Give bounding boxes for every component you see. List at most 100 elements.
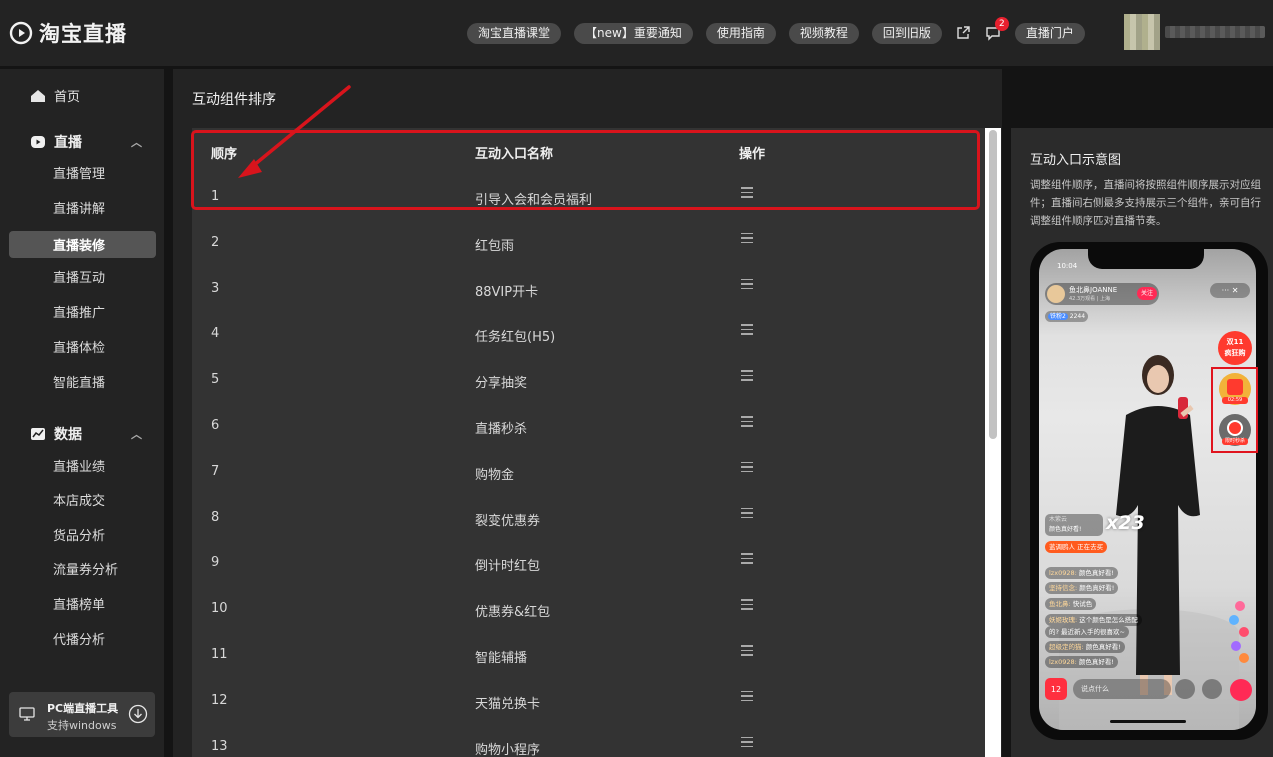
comment-text: 的? 最近新入手的很喜欢~: [1049, 628, 1125, 636]
table-row[interactable]: 5 分享抽奖: [192, 356, 985, 402]
row-name: 购物小程序: [475, 742, 541, 757]
drag-handle-icon[interactable]: [741, 278, 753, 293]
drag-handle-icon[interactable]: [741, 370, 753, 384]
table-row[interactable]: 10 优惠券&红包: [192, 585, 985, 631]
grid-icon: [1175, 679, 1195, 699]
table-row[interactable]: 12 天猫兑换卡: [192, 677, 985, 723]
logo[interactable]: 淘宝直播: [9, 19, 127, 47]
comment-text: 快试色: [1072, 600, 1093, 608]
row-name: 天猫兑换卡: [475, 696, 541, 712]
sidebar-item-live-promote[interactable]: 直播推广: [53, 304, 105, 324]
row-name: 倒计时红包: [475, 559, 541, 575]
sidebar-item-live-decor[interactable]: 直播装修: [9, 231, 156, 258]
external-link-icon[interactable]: [955, 25, 971, 41]
nav-notice[interactable]: 【new】重要通知: [574, 22, 693, 44]
sidebar-item-live-check[interactable]: 直播体检: [53, 339, 105, 359]
live-play-icon: [31, 136, 45, 148]
pc-tool-title: PC端直播工具: [47, 702, 119, 715]
comment-user: lzx0928:: [1049, 658, 1077, 666]
shopping-bag-icon: 12: [1045, 678, 1067, 700]
nav-course[interactable]: 淘宝直播课堂: [467, 22, 562, 44]
drag-handle-icon[interactable]: [741, 461, 753, 476]
gift-card: 木紫云 颜色真好看!: [1045, 514, 1103, 536]
promo-badge: 双11 疯狂购: [1218, 331, 1252, 365]
heart-icon: [1230, 679, 1252, 701]
drag-handle-icon[interactable]: [741, 553, 753, 567]
row-name: 优惠券&红包: [475, 605, 551, 621]
gift-text: 颜色真好看!: [1049, 526, 1082, 533]
sidebar-item-goods-analysis[interactable]: 货品分析: [53, 527, 105, 547]
row-name: 分享抽奖: [475, 376, 528, 392]
row-order: 13: [211, 738, 228, 754]
nav-video[interactable]: 视频教程: [788, 22, 859, 44]
row-name: 购物金: [475, 467, 515, 483]
row-name: 任务红包(H5): [475, 330, 556, 346]
nav-old-version[interactable]: 回到旧版: [871, 22, 942, 44]
sidebar-item-smart-live[interactable]: 智能直播: [53, 374, 105, 394]
follow-button: 关注: [1136, 287, 1157, 300]
message-icon[interactable]: 2: [985, 17, 1009, 41]
drag-handle-icon[interactable]: [741, 736, 753, 751]
row-order: 10: [211, 601, 228, 617]
logo-text: 淘宝直播: [39, 22, 127, 46]
home-icon: [31, 89, 45, 102]
sidebar-item-live-rank[interactable]: 直播榜单: [53, 596, 105, 616]
live-comment: 的? 最近新入手的很喜欢~: [1045, 626, 1129, 638]
avatar[interactable]: [1124, 14, 1160, 50]
comment-text: 这个颜色是怎么搭配: [1079, 616, 1138, 624]
drag-handle-icon[interactable]: [741, 416, 753, 430]
sidebar-group-data[interactable]: 数据 ︿: [30, 424, 142, 444]
row-order: 2: [211, 234, 220, 250]
sidebar-item-live-performance[interactable]: 直播业绩: [53, 458, 105, 478]
download-icon[interactable]: [128, 704, 148, 724]
sidebar-item-live-explain[interactable]: 直播讲解: [53, 200, 105, 220]
sidebar-group-label: 直播: [54, 135, 82, 151]
join-notice: 蓝调鸥人 正在去买: [1045, 541, 1108, 553]
chart-icon: [31, 428, 45, 440]
sidebar-item-agent-analysis[interactable]: 代播分析: [53, 631, 105, 651]
row-name: 88VIP开卡: [475, 284, 539, 300]
sidebar-item-home[interactable]: 首页: [30, 86, 80, 105]
table-row[interactable]: 6 直播秒杀: [192, 402, 985, 448]
table-row[interactable]: 13 购物小程序: [192, 723, 985, 757]
table-row[interactable]: 11 智能辅播: [192, 631, 985, 677]
monitor-icon: [19, 707, 35, 721]
chevron-up-icon: ︿: [131, 428, 142, 441]
table-row[interactable]: 2 红包雨: [192, 219, 985, 265]
table-row[interactable]: 8 裂变优惠券: [192, 494, 985, 540]
sidebar-item-coupon-analysis[interactable]: 流量券分析: [53, 561, 118, 581]
table-row[interactable]: 4 任务红包(H5): [192, 310, 985, 356]
drag-handle-icon[interactable]: [741, 690, 753, 705]
sidebar-item-live-interact[interactable]: 直播互动: [53, 269, 105, 289]
table-row[interactable]: 7 购物金: [192, 448, 985, 494]
sidebar-group-live[interactable]: 直播 ︿: [30, 132, 142, 152]
nav-guide[interactable]: 使用指南: [705, 22, 776, 44]
drag-handle-icon[interactable]: [741, 324, 753, 338]
chevron-up-icon: ︿: [131, 136, 142, 149]
combo-count: x23: [1106, 512, 1145, 534]
live-comment: 鱼北鼻: 快试色: [1045, 598, 1097, 610]
drag-handle-icon[interactable]: [741, 232, 753, 247]
username-blurred[interactable]: [1165, 26, 1265, 38]
fans-count: 2244: [1069, 313, 1086, 320]
row-order: 3: [211, 280, 220, 296]
sidebar-group-label: 数据: [54, 427, 82, 443]
scrollbar-thumb[interactable]: [989, 130, 997, 439]
promo-line1: 双11: [1226, 338, 1244, 346]
sidebar-item-label: 直播装修: [53, 239, 106, 254]
host-name: 鱼北鼻JOANNE: [1069, 286, 1118, 294]
row-order: 9: [211, 555, 220, 571]
drag-handle-icon[interactable]: [741, 599, 753, 613]
top-nav: 淘宝直播课堂 【new】重要通知 使用指南 视频教程 回到旧版 2 直播门户: [467, 17, 1098, 44]
live-comment: lzx0928: 颜色真好看!: [1045, 656, 1118, 668]
portal-button[interactable]: 直播门户: [1014, 22, 1085, 44]
component-order-table: 顺序 互动入口名称 操作 1 引导入会和会员福利 2 红包雨 3 88VIP开卡 4 任务红包…: [192, 128, 985, 757]
table-row[interactable]: 3 88VIP开卡: [192, 265, 985, 311]
drag-handle-icon[interactable]: [741, 645, 753, 659]
table-row[interactable]: 9 倒计时红包: [192, 539, 985, 585]
drag-handle-icon[interactable]: [741, 507, 753, 522]
sidebar-item-store-sales[interactable]: 本店成交: [53, 492, 105, 512]
sidebar-item-live-manage[interactable]: 直播管理: [53, 165, 105, 185]
row-order: 7: [211, 463, 220, 479]
pc-tool-download[interactable]: PC端直播工具 支持windows: [9, 692, 155, 737]
